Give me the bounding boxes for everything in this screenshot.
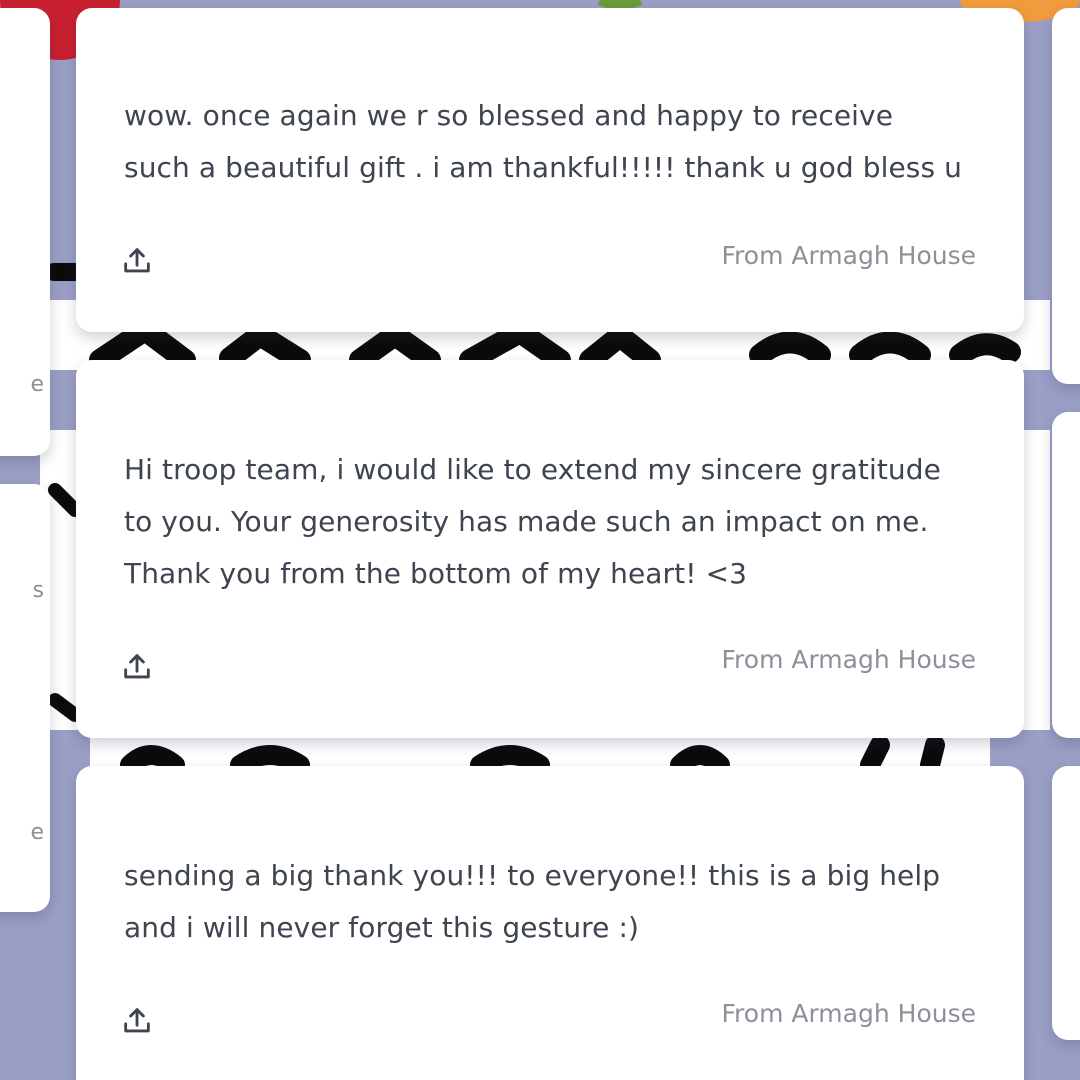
card-partial-right[interactable] [1052,8,1080,384]
sender-label: From Armagh House [721,241,976,270]
card-partial-left[interactable]: s e [0,484,50,912]
message-line: such a beautiful gift . i am thankful!!!… [124,151,963,184]
message-line: sending a big thank you!!! to everyone!!… [124,859,941,892]
message-line: and i will never forget this gesture :) [124,911,640,944]
message-line: Hi troop team, i would like to extend my… [124,453,941,486]
message-text: Hi troop team, i would like to extend my… [124,444,966,600]
card-fragment-text: e [30,372,44,397]
card-partial-right[interactable] [1052,412,1080,738]
share-upload-icon[interactable] [120,244,154,278]
card-fragment-text: e [30,820,44,845]
message-card[interactable]: wow. once again we r so blessed and happ… [76,8,1024,332]
message-line: to you. Your generosity has made such an… [124,505,929,538]
message-text: sending a big thank you!!! to everyone!!… [124,850,966,954]
message-card[interactable]: sending a big thank you!!! to everyone!!… [76,766,1024,1080]
sender-label: From Armagh House [721,999,976,1028]
message-card[interactable]: Hi troop team, i would like to extend my… [76,360,1024,738]
message-line: wow. once again we r so blessed and happ… [124,99,894,132]
share-upload-icon[interactable] [120,650,154,684]
card-partial-right[interactable] [1052,766,1080,1040]
card-fragment-text: s [32,578,44,603]
card-partial-left[interactable]: e [0,8,50,456]
message-line: Thank you from the bottom of my heart! <… [124,557,748,590]
message-text: wow. once again we r so blessed and happ… [124,90,966,194]
share-upload-icon[interactable] [120,1004,154,1038]
sender-label: From Armagh House [721,645,976,674]
